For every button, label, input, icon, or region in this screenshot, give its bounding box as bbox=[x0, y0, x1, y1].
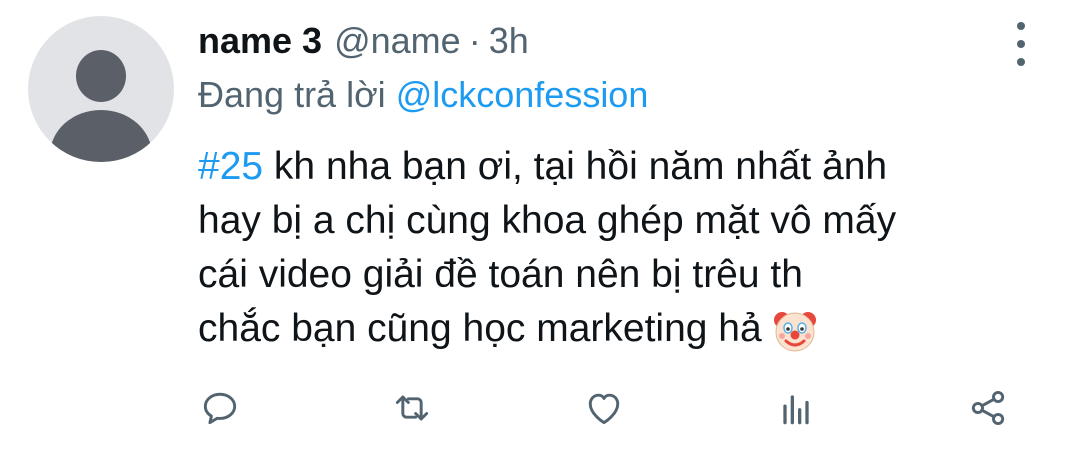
more-dot-icon bbox=[1017, 40, 1025, 48]
tweet-text-line: hay bị a chị cùng khoa ghép mặt vô mấy bbox=[198, 199, 897, 242]
tweet-card[interactable]: name 3 @name · 3h Đang trả lời @lckconfe… bbox=[0, 0, 1080, 456]
tweet-text-line: #25 kh nha bạn ơi, tại hồi năm nhất ảnh bbox=[198, 140, 1028, 194]
tweet-text-line: chắc bạn cũng học marketing hả bbox=[198, 302, 1028, 356]
reply-button[interactable] bbox=[192, 380, 248, 436]
retweet-icon bbox=[395, 395, 429, 421]
clown-face-emoji-icon bbox=[773, 311, 816, 352]
analytics-bars-icon bbox=[783, 395, 809, 425]
more-dot-icon bbox=[1017, 22, 1025, 30]
display-name[interactable]: name 3 bbox=[198, 20, 322, 62]
avatar-body-shape bbox=[50, 110, 152, 162]
tweet-text: #25 kh nha bạn ơi, tại hồi năm nhất ảnh … bbox=[198, 140, 1028, 356]
more-dot-icon bbox=[1017, 58, 1025, 66]
replying-prefix: Đang trả lời bbox=[198, 74, 386, 115]
share-icon bbox=[971, 390, 1005, 426]
replying-to-mention[interactable]: @lckconfession bbox=[396, 74, 649, 115]
more-options-button[interactable] bbox=[1006, 22, 1036, 66]
replying-to-line: Đang trả lời @lckconfession bbox=[198, 74, 648, 116]
views-button[interactable] bbox=[768, 380, 824, 436]
tweet-text-line: cái video giải đề toán nên bị trêu th bbox=[198, 253, 803, 296]
separator-dot: · bbox=[468, 20, 481, 61]
hashtag-link[interactable]: #25 bbox=[198, 145, 263, 188]
avatar-head-shape bbox=[76, 50, 126, 102]
comment-bubble-icon bbox=[203, 392, 237, 425]
heart-icon bbox=[588, 393, 620, 425]
tweet-header: name 3 @name · 3h bbox=[198, 20, 529, 70]
tweet-text-segment: chắc bạn cũng học marketing hả bbox=[198, 307, 762, 350]
timestamp[interactable]: 3h bbox=[489, 20, 529, 62]
avatar[interactable] bbox=[28, 16, 174, 162]
share-button[interactable] bbox=[960, 380, 1016, 436]
retweet-button[interactable] bbox=[384, 380, 440, 436]
tweet-text-segment: kh nha bạn ơi, tại hồi năm nhất ảnh bbox=[263, 145, 888, 188]
tweet-actions-bar bbox=[0, 380, 1080, 440]
like-button[interactable] bbox=[576, 380, 632, 436]
user-handle[interactable]: @name bbox=[334, 20, 461, 62]
